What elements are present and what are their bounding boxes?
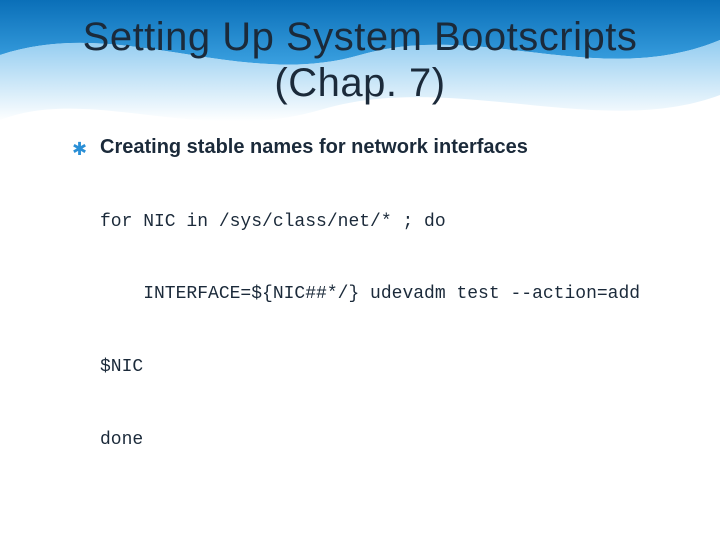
- asterisk-icon: ✱: [72, 140, 86, 158]
- slide-title: Setting Up System Bootscripts (Chap. 7): [40, 14, 680, 106]
- code-line: for NIC in /sys/class/net/* ; do: [100, 210, 660, 234]
- item-title: Creating stable names for network interf…: [100, 136, 528, 159]
- bullet-item: ✱ Creating stable names for network inte…: [72, 136, 660, 540]
- slide-content: ✱ Creating stable names for network inte…: [0, 106, 720, 540]
- code-line: $NIC: [100, 355, 660, 379]
- code-line: INTERFACE=${NIC##*/} udevadm test --acti…: [100, 282, 660, 306]
- code-block: for NIC in /sys/class/net/* ; do INTERFA…: [100, 161, 660, 540]
- code-line: done: [100, 428, 660, 452]
